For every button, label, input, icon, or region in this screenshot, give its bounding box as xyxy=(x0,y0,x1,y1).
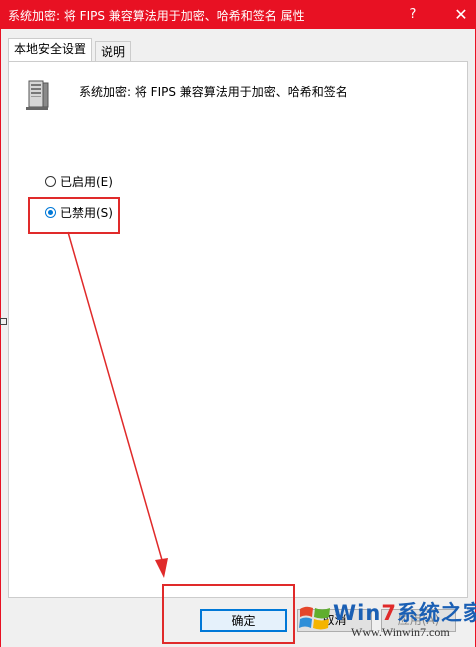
close-button[interactable]: ✕ xyxy=(446,0,476,29)
tab-panel: 系统加密: 将 FIPS 兼容算法用于加密、哈希和签名 已启用(E) 已禁用(S… xyxy=(8,61,468,598)
highlight-disabled-option xyxy=(28,197,120,234)
help-button[interactable]: ? xyxy=(398,0,428,29)
window-border-left xyxy=(0,29,1,647)
tab-local-security-setting[interactable]: 本地安全设置 xyxy=(8,38,93,61)
radio-enabled-option[interactable]: 已启用(E) xyxy=(45,173,113,189)
title-bar: 系统加密: 将 FIPS 兼容算法用于加密、哈希和签名 属性 ? ✕ xyxy=(0,0,476,29)
watermark-url: Www.Winwin7.com xyxy=(351,625,450,639)
highlight-ok-button xyxy=(162,584,295,644)
policy-description: 系统加密: 将 FIPS 兼容算法用于加密、哈希和签名 xyxy=(79,85,348,99)
radio-enabled[interactable] xyxy=(45,175,56,187)
edge-marker xyxy=(0,318,7,325)
tab-explain[interactable]: 说明 xyxy=(95,41,132,62)
watermark: Win7系统之家 Www.Winwin7.com xyxy=(295,596,476,644)
server-icon xyxy=(26,80,49,110)
window-title: 系统加密: 将 FIPS 兼容算法用于加密、哈希和签名 属性 xyxy=(8,9,305,23)
radio-enabled-label: 已启用(E) xyxy=(60,174,113,189)
watermark-brand: Win7系统之家 xyxy=(333,601,476,625)
windows-logo-icon xyxy=(299,606,330,630)
